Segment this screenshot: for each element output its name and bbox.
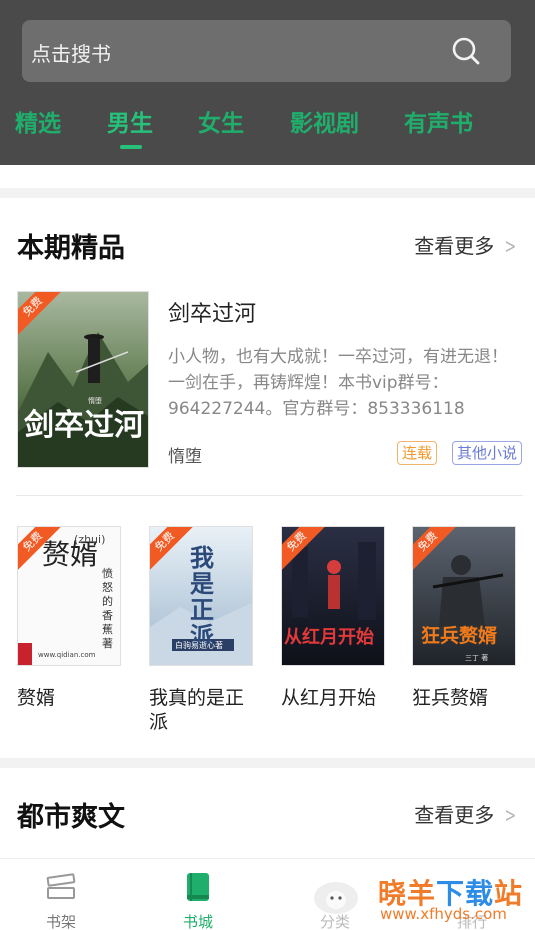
featured-book-description: 小人物，也有大成就！一卒过河，有进无退！一剑在手，再铸辉煌！本书vip群号：96… [168, 347, 508, 419]
nav-label: 书架 [45, 913, 76, 930]
view-more-link[interactable]: 查看更多 > [414, 230, 519, 259]
book-store-icon [187, 873, 209, 901]
category-tabs: 精选 男生 女生 影视剧 有声书 [0, 104, 535, 148]
publisher-logo [18, 643, 32, 665]
search-bar[interactable]: 点击搜书 [22, 20, 511, 82]
tab-audio[interactable]: 有声书 [404, 104, 473, 138]
section-gap [0, 188, 535, 198]
cover-title: 我是正派 [190, 544, 214, 650]
watermark-url: www.xfhyds.com [380, 905, 507, 923]
nav-label: 书城 [182, 913, 213, 930]
cover-url: www.qidian.com [38, 651, 96, 659]
cover-subtitle: (zhui) [74, 533, 106, 546]
book-title[interactable]: 赘婿 [17, 686, 127, 710]
featured-book-author: 惰堕 [168, 447, 202, 467]
search-icon[interactable] [451, 36, 481, 66]
cover-author: 愤怒的香蕉 著 [102, 567, 113, 650]
chevron-right-icon: > [504, 803, 517, 827]
chevron-right-icon: > [504, 234, 517, 258]
book-cover[interactable]: 狂兵赘婿 三丁 著 免费 [412, 526, 516, 666]
search-placeholder: 点击搜书 [31, 42, 111, 66]
status-tag: 连载 [397, 441, 438, 465]
book-title[interactable]: 我真的是正派 [149, 686, 259, 734]
cover-title: 剑卒过河 [24, 408, 144, 443]
view-more-label: 查看更多 [414, 803, 495, 827]
book-cover[interactable]: 从红月开始 免费 [281, 526, 385, 666]
featured-book-cover[interactable]: 剑卒过河 惰堕 免费 [17, 291, 149, 468]
book-title[interactable]: 狂兵赘婿 [412, 686, 522, 710]
cover-author: 三丁 著 [465, 654, 489, 662]
genre-tag: 其他小说 [452, 441, 523, 465]
bookshelf-icon [46, 873, 76, 899]
featured-book-title[interactable]: 剑卒过河 [168, 296, 256, 328]
active-tab-indicator [120, 145, 142, 149]
tab-film[interactable]: 影视剧 [290, 104, 359, 138]
cover-title: 从红月开始 [284, 627, 374, 648]
cover-author: 白驹易逝心著 [175, 641, 223, 650]
book-title[interactable]: 从红月开始 [281, 686, 391, 710]
tab-female[interactable]: 女生 [198, 104, 244, 138]
cover-author: 惰堕 [88, 397, 102, 405]
view-more-link[interactable]: 查看更多 > [414, 799, 519, 828]
book-cover[interactable]: 赘婿 (zhui) 愤怒的香蕉 著 www.qidian.com 免费 [17, 526, 121, 666]
divider [16, 495, 523, 496]
tab-male[interactable]: 男生 [107, 104, 153, 138]
section-title: 本期精品 [17, 233, 125, 264]
book-cover[interactable]: 我是正派 白驹易逝心著 免费 [149, 526, 253, 666]
section-gap [0, 758, 535, 768]
view-more-label: 查看更多 [414, 234, 495, 258]
header: 点击搜书 精选 男生 女生 影视剧 有声书 [0, 0, 535, 165]
nav-item-bookshelf[interactable]: 书架 [21, 859, 101, 930]
section-title: 都市爽文 [17, 802, 125, 833]
sheep-logo-icon [314, 882, 358, 914]
nav-item-bookstore[interactable]: 书城 [158, 859, 238, 930]
cover-title: 狂兵赘婿 [421, 625, 498, 647]
tab-selected[interactable]: 精选 [15, 104, 61, 138]
